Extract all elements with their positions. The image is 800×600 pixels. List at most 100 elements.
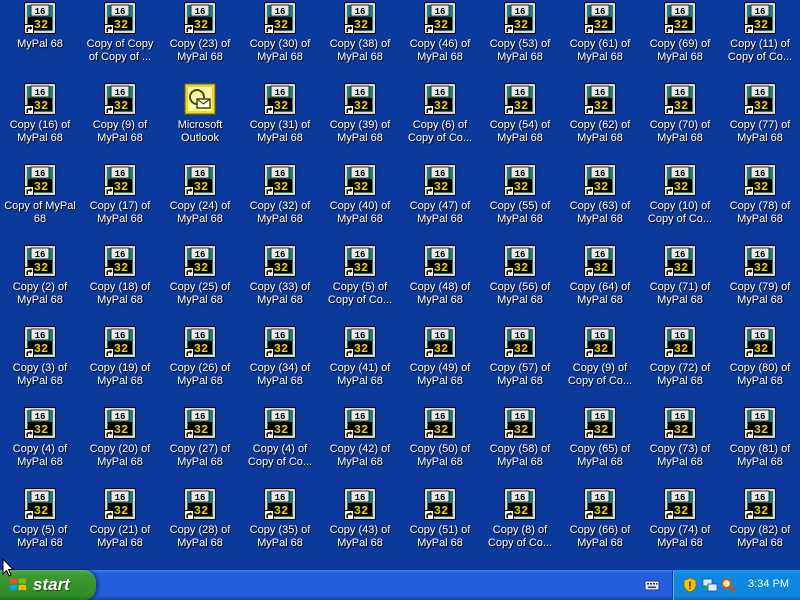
system-tray: 3:34 PM [672, 570, 800, 600]
desktop-icon[interactable]: 16 32 Copy (53) of MyPal 68 [480, 0, 560, 81]
desktop-icon[interactable]: 16 32 Copy (46) of MyPal 68 [400, 0, 480, 81]
desktop-icon[interactable]: 16 32 Copy (9) of MyPal 68 [80, 81, 160, 162]
desktop-icon[interactable]: 16 32 Copy (62) of MyPal 68 [560, 81, 640, 162]
network-icon[interactable] [702, 577, 718, 593]
search-icon[interactable] [720, 577, 736, 593]
desktop-icon[interactable]: 16 32 Copy (55) of MyPal 68 [480, 162, 560, 243]
desktop-icon[interactable]: 16 32 Copy (50) of MyPal 68 [400, 405, 480, 486]
desktop-icon[interactable]: 16 32 Copy (81) of MyPal 68 [720, 405, 800, 486]
shortcut-arrow-icon [664, 24, 674, 34]
desktop-icon[interactable]: 16 32 Copy (61) of MyPal 68 [560, 0, 640, 81]
desktop-icon[interactable]: 16 32 Copy (3) of MyPal 68 [0, 324, 80, 405]
mypal-icon: 16 32 [24, 83, 56, 115]
desktop-icon[interactable]: 16 32 Copy (10) of Copy of Co... [640, 162, 720, 243]
desktop-icon[interactable]: 16 32 Copy (66) of MyPal 68 [560, 486, 640, 567]
desktop-icon[interactable]: 16 32 Copy (72) of MyPal 68 [640, 324, 720, 405]
security-shield-icon[interactable] [682, 577, 698, 593]
desktop-icon[interactable]: 16 32 Copy of Copy of Copy of ... [80, 0, 160, 81]
mypal-icon: 16 32 [584, 164, 616, 196]
desktop-icon[interactable]: 16 32 Copy (27) of MyPal 68 [160, 405, 240, 486]
desktop-icon[interactable]: 16 32 Copy (34) of MyPal 68 [240, 324, 320, 405]
desktop-icon-label: Copy (33) of MyPal 68 [249, 281, 311, 306]
desktop-icon[interactable]: 16 32 Copy (70) of MyPal 68 [640, 81, 720, 162]
clock[interactable]: 3:34 PM [748, 578, 789, 590]
desktop-icon[interactable]: 16 32 Copy (74) of MyPal 68 [640, 486, 720, 567]
desktop-icon[interactable]: 16 32 Copy (9) of Copy of Co... [560, 324, 640, 405]
svg-text:32: 32 [274, 261, 288, 275]
desktop-icon[interactable]: 16 32 Copy (30) of MyPal 68 [240, 0, 320, 81]
mypal-icon: 16 32 [104, 407, 136, 439]
desktop-icon[interactable]: 16 32 Copy (11) of Copy of Co... [720, 0, 800, 81]
svg-text:32: 32 [354, 18, 368, 32]
desktop-icon[interactable]: 16 32 Copy (42) of MyPal 68 [320, 405, 400, 486]
desktop-icon[interactable]: 16 32 Copy of MyPal 68 [0, 162, 80, 243]
shortcut-arrow-icon [184, 24, 194, 34]
desktop-icon[interactable]: 16 32 Copy (47) of MyPal 68 [400, 162, 480, 243]
desktop-icon[interactable]: 16 32 Copy (23) of MyPal 68 [160, 0, 240, 81]
desktop-icon[interactable]: 16 32 Copy (82) of MyPal 68 [720, 486, 800, 567]
desktop-icon[interactable]: 16 32 Copy (48) of MyPal 68 [400, 243, 480, 324]
desktop-icon[interactable]: 16 32 Copy (71) of MyPal 68 [640, 243, 720, 324]
svg-text:16: 16 [275, 169, 286, 179]
desktop-icon[interactable]: 16 32 Copy (24) of MyPal 68 [160, 162, 240, 243]
desktop-icon[interactable]: 16 32 Copy (20) of MyPal 68 [80, 405, 160, 486]
desktop-icon[interactable]: 16 32 Copy (43) of MyPal 68 [320, 486, 400, 567]
desktop-icon-label: Copy (78) of MyPal 68 [729, 200, 791, 225]
desktop-icon[interactable]: 16 32 Copy (51) of MyPal 68 [400, 486, 480, 567]
desktop-icon[interactable]: 16 32 Copy (69) of MyPal 68 [640, 0, 720, 81]
desktop-icon[interactable]: 16 32 Copy (40) of MyPal 68 [320, 162, 400, 243]
svg-text:16: 16 [595, 493, 606, 503]
desktop-icon[interactable]: 16 32 Copy (54) of MyPal 68 [480, 81, 560, 162]
desktop-icon-label: Copy (53) of MyPal 68 [489, 38, 551, 63]
desktop-icon[interactable]: 16 32 Copy (17) of MyPal 68 [80, 162, 160, 243]
desktop-icon[interactable]: 16 32 Copy (5) of MyPal 68 [0, 486, 80, 567]
desktop-icon[interactable]: 16 32 Copy (58) of MyPal 68 [480, 405, 560, 486]
desktop-icon[interactable]: 16 32 Copy (32) of MyPal 68 [240, 162, 320, 243]
svg-text:16: 16 [755, 250, 766, 260]
desktop-icon[interactable]: 16 32 Copy (31) of MyPal 68 [240, 81, 320, 162]
keyboard-icon[interactable] [644, 577, 660, 593]
desktop-icon-label: Copy (71) of MyPal 68 [649, 281, 711, 306]
svg-text:32: 32 [594, 423, 608, 437]
desktop-icon[interactable]: 16 32 Copy (26) of MyPal 68 [160, 324, 240, 405]
desktop-icon-label: Copy (41) of MyPal 68 [329, 362, 391, 387]
desktop-icon[interactable]: 16 32 Copy (65) of MyPal 68 [560, 405, 640, 486]
desktop-icon[interactable]: 16 32 Copy (21) of MyPal 68 [80, 486, 160, 567]
svg-text:16: 16 [515, 250, 526, 260]
desktop-icon[interactable]: 16 32 Copy (63) of MyPal 68 [560, 162, 640, 243]
desktop-icon[interactable]: 16 32 Copy (8) of Copy of Co... [480, 486, 560, 567]
svg-text:32: 32 [434, 261, 448, 275]
desktop-icon[interactable]: 16 32 Copy (4) of Copy of Co... [240, 405, 320, 486]
desktop-icon[interactable]: 16 32 Copy (64) of MyPal 68 [560, 243, 640, 324]
desktop-icon[interactable]: 16 32 Copy (39) of MyPal 68 [320, 81, 400, 162]
desktop-icon[interactable]: 16 32 Copy (49) of MyPal 68 [400, 324, 480, 405]
desktop-icon[interactable]: 16 32 Copy (5) of Copy of Co... [320, 243, 400, 324]
desktop-icon[interactable]: 16 32 Copy (25) of MyPal 68 [160, 243, 240, 324]
start-button[interactable]: start [0, 570, 96, 600]
desktop-icon[interactable]: 16 32 Copy (19) of MyPal 68 [80, 324, 160, 405]
desktop-icon[interactable]: 16 32 Copy (73) of MyPal 68 [640, 405, 720, 486]
desktop-icon[interactable]: 16 32 Copy (79) of MyPal 68 [720, 243, 800, 324]
desktop-icon[interactable]: 16 32 Copy (57) of MyPal 68 [480, 324, 560, 405]
desktop-icon[interactable]: 16 32 Copy (28) of MyPal 68 [160, 486, 240, 567]
svg-text:16: 16 [355, 169, 366, 179]
shortcut-arrow-icon [504, 510, 514, 520]
desktop-icon[interactable]: 16 32 MyPal 68 [0, 0, 80, 81]
desktop-icon[interactable]: 16 32 Copy (4) of MyPal 68 [0, 405, 80, 486]
desktop-icon[interactable]: 16 32 Copy (41) of MyPal 68 [320, 324, 400, 405]
desktop-icon[interactable]: 16 32 Copy (16) of MyPal 68 [0, 81, 80, 162]
shortcut-arrow-icon [344, 510, 354, 520]
desktop-icon[interactable]: 16 32 Copy (2) of MyPal 68 [0, 243, 80, 324]
desktop-icon[interactable]: 16 32 Copy (56) of MyPal 68 [480, 243, 560, 324]
desktop-icon[interactable]: 16 32 Copy (77) of MyPal 68 [720, 81, 800, 162]
desktop-icon[interactable]: 16 32 Copy (80) of MyPal 68 [720, 324, 800, 405]
desktop-icon[interactable]: 16 32 Copy (35) of MyPal 68 [240, 486, 320, 567]
desktop-icon[interactable]: Microsoft Outlook [160, 81, 240, 162]
desktop-icon-label: Copy (48) of MyPal 68 [409, 281, 471, 306]
desktop-icon[interactable]: 16 32 Copy (38) of MyPal 68 [320, 0, 400, 81]
desktop-icon[interactable]: 16 32 Copy (6) of Copy of Co... [400, 81, 480, 162]
desktop-icon[interactable]: 16 32 Copy (18) of MyPal 68 [80, 243, 160, 324]
desktop-icon[interactable]: 16 32 Copy (33) of MyPal 68 [240, 243, 320, 324]
desktop-icon[interactable]: 16 32 Copy (78) of MyPal 68 [720, 162, 800, 243]
mypal-icon: 16 32 [264, 2, 296, 34]
